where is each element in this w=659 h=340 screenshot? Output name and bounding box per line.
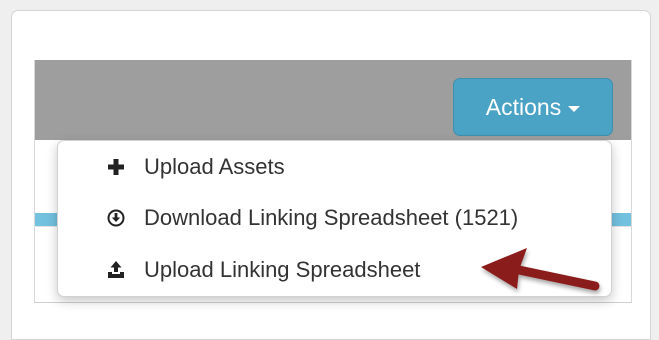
page: Actions Upload Assets Download Linking S… <box>0 0 659 340</box>
actions-dropdown-button[interactable]: Actions <box>453 78 613 136</box>
actions-button-label: Actions <box>485 93 562 120</box>
download-circle-icon <box>106 208 126 228</box>
menu-item-label: Upload Assets <box>144 154 285 179</box>
caret-down-icon <box>568 105 581 112</box>
menu-item-label: Upload Linking Spreadsheet <box>144 257 421 282</box>
menu-item-upload-assets[interactable]: Upload Assets <box>58 141 611 193</box>
upload-tray-icon <box>106 260 126 280</box>
annotation-arrow-icon <box>481 248 600 291</box>
menu-item-download-linking-spreadsheet[interactable]: Download Linking Spreadsheet (1521) <box>58 192 611 244</box>
plus-icon <box>106 157 126 177</box>
menu-item-label: Download Linking Spreadsheet (1521) <box>144 205 519 230</box>
